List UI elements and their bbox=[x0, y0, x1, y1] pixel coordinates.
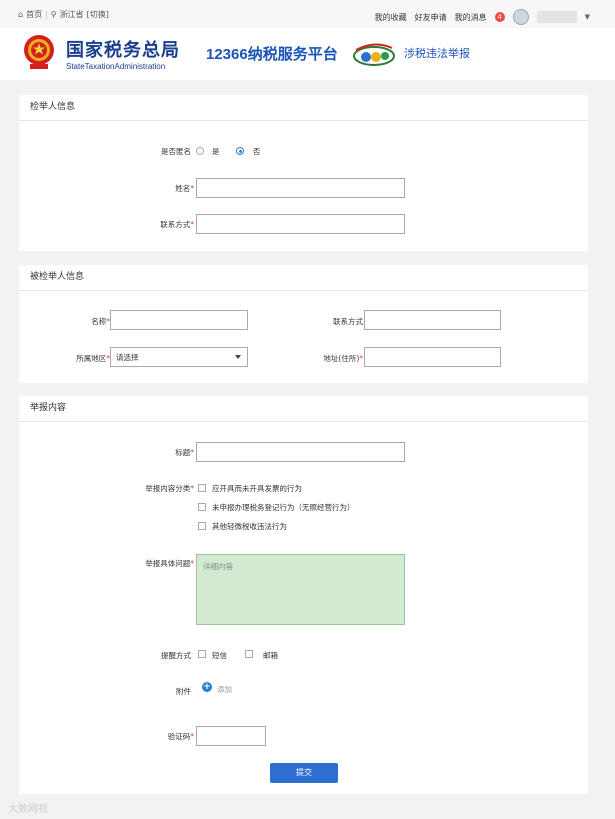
reported-name-label: 名称* bbox=[91, 317, 110, 326]
switch-region-link[interactable]: [切换] bbox=[87, 9, 109, 20]
category-checkbox-1[interactable] bbox=[198, 484, 206, 492]
brand-title: 国家税务总局 bbox=[66, 40, 180, 60]
add-attachment-icon[interactable]: + bbox=[202, 682, 212, 692]
avatar[interactable] bbox=[512, 9, 529, 25]
reporter-info-section: 检举人信息 是否匿名 是 否 姓名* 联系方式* bbox=[19, 95, 588, 251]
reported-contact-input[interactable] bbox=[364, 310, 501, 330]
attachment-label: 附件 bbox=[176, 687, 191, 696]
reported-party-section: 被检举人信息 名称* 联系方式 所属地区* 请选择 地址(住所)* bbox=[19, 265, 588, 383]
platform-name: 12366纳税服务平台 bbox=[206, 46, 338, 63]
report-content-section: 举报内容 标题* 举报内容分类* 应开具而未开具发票的行为 未申报办理税务登记行… bbox=[19, 396, 588, 794]
location-bar: ⌂ 首页 | ⚲ 浙江省 [切换] bbox=[18, 9, 109, 20]
home-icon[interactable]: ⌂ bbox=[18, 10, 23, 19]
chevron-down-icon[interactable]: ▼ bbox=[585, 13, 590, 21]
region-text: 浙江省 bbox=[59, 10, 84, 19]
category-checkbox-2[interactable] bbox=[198, 503, 206, 511]
anonymous-label: 是否匿名 bbox=[161, 147, 191, 156]
messages-link[interactable]: 我的消息 bbox=[455, 12, 487, 23]
site-header: 国家税务总局 StateTaxationAdministration 12366… bbox=[0, 28, 615, 80]
captcha-input[interactable] bbox=[196, 726, 266, 746]
brand-subtitle-en: StateTaxationAdministration bbox=[66, 62, 166, 71]
captcha-label: 验证码* bbox=[167, 732, 194, 741]
region-select[interactable]: 请选择 bbox=[110, 347, 248, 367]
reporter-contact-label: 联系方式* bbox=[160, 220, 194, 229]
page-subtitle: 涉税违法举报 bbox=[404, 47, 470, 60]
anonymous-yes-label: 是 bbox=[212, 147, 220, 156]
notify-email-checkbox[interactable] bbox=[245, 650, 253, 658]
reporter-contact-input[interactable] bbox=[196, 214, 405, 234]
section-title: 被检举人信息 bbox=[19, 265, 588, 291]
friend-requests-link[interactable]: 好友申请 bbox=[415, 12, 447, 23]
notify-sms-label: 短信 bbox=[212, 651, 227, 660]
reported-contact-label: 联系方式 bbox=[333, 317, 363, 326]
home-link[interactable]: 首页 bbox=[26, 9, 42, 20]
title-label: 标题* bbox=[175, 448, 194, 457]
category-option-3: 其他轻微税收违法行为 bbox=[212, 522, 287, 531]
chevron-down-icon bbox=[235, 355, 241, 359]
notify-sms-checkbox[interactable] bbox=[198, 650, 206, 658]
add-attachment-link[interactable]: 添加 bbox=[217, 684, 232, 695]
issue-label: 举报具体问题* bbox=[145, 559, 194, 568]
notify-label: 提醒方式 bbox=[161, 651, 191, 660]
reported-name-input[interactable] bbox=[110, 310, 248, 330]
user-links: 我的收藏 好友申请 我的消息 4 ▼ bbox=[375, 9, 590, 25]
watermark: 大数网视 bbox=[8, 804, 48, 815]
category-option-2: 未申报办理税务登记行为（无照经营行为） bbox=[212, 503, 355, 512]
category-checkbox-3[interactable] bbox=[198, 522, 206, 530]
national-emblem-icon bbox=[24, 35, 54, 69]
location-pin-icon: ⚲ bbox=[50, 10, 57, 19]
username-blurred[interactable] bbox=[536, 11, 577, 23]
category-label: 举报内容分类* bbox=[145, 484, 194, 493]
address-input[interactable] bbox=[364, 347, 501, 367]
top-bar: ⌂ 首页 | ⚲ 浙江省 [切换] 我的收藏 好友申请 我的消息 4 ▼ bbox=[0, 0, 615, 29]
name-label: 姓名* bbox=[175, 184, 194, 193]
favorites-link[interactable]: 我的收藏 bbox=[375, 12, 407, 23]
region-select-value: 请选择 bbox=[116, 353, 139, 362]
name-input[interactable] bbox=[196, 178, 405, 198]
address-label: 地址(住所)* bbox=[323, 354, 363, 363]
region-label: 所属地区* bbox=[76, 354, 110, 363]
issue-placeholder: 详细内容 bbox=[203, 562, 233, 571]
category-option-1: 应开具而未开具发票的行为 bbox=[212, 484, 302, 493]
section-title: 举报内容 bbox=[19, 396, 588, 422]
divider: | bbox=[45, 10, 48, 19]
section-title: 检举人信息 bbox=[19, 95, 588, 121]
anonymous-no-label: 否 bbox=[253, 147, 261, 156]
message-count-badge: 4 bbox=[494, 12, 505, 22]
12366-logo-icon bbox=[353, 43, 395, 66]
issue-textarea[interactable]: 详细内容 bbox=[196, 554, 405, 625]
notify-email-label: 邮箱 bbox=[263, 651, 278, 660]
title-input[interactable] bbox=[196, 442, 405, 462]
anonymous-yes-radio[interactable] bbox=[196, 147, 204, 155]
submit-button[interactable]: 提交 bbox=[270, 763, 338, 783]
anonymous-no-radio[interactable] bbox=[236, 147, 244, 155]
